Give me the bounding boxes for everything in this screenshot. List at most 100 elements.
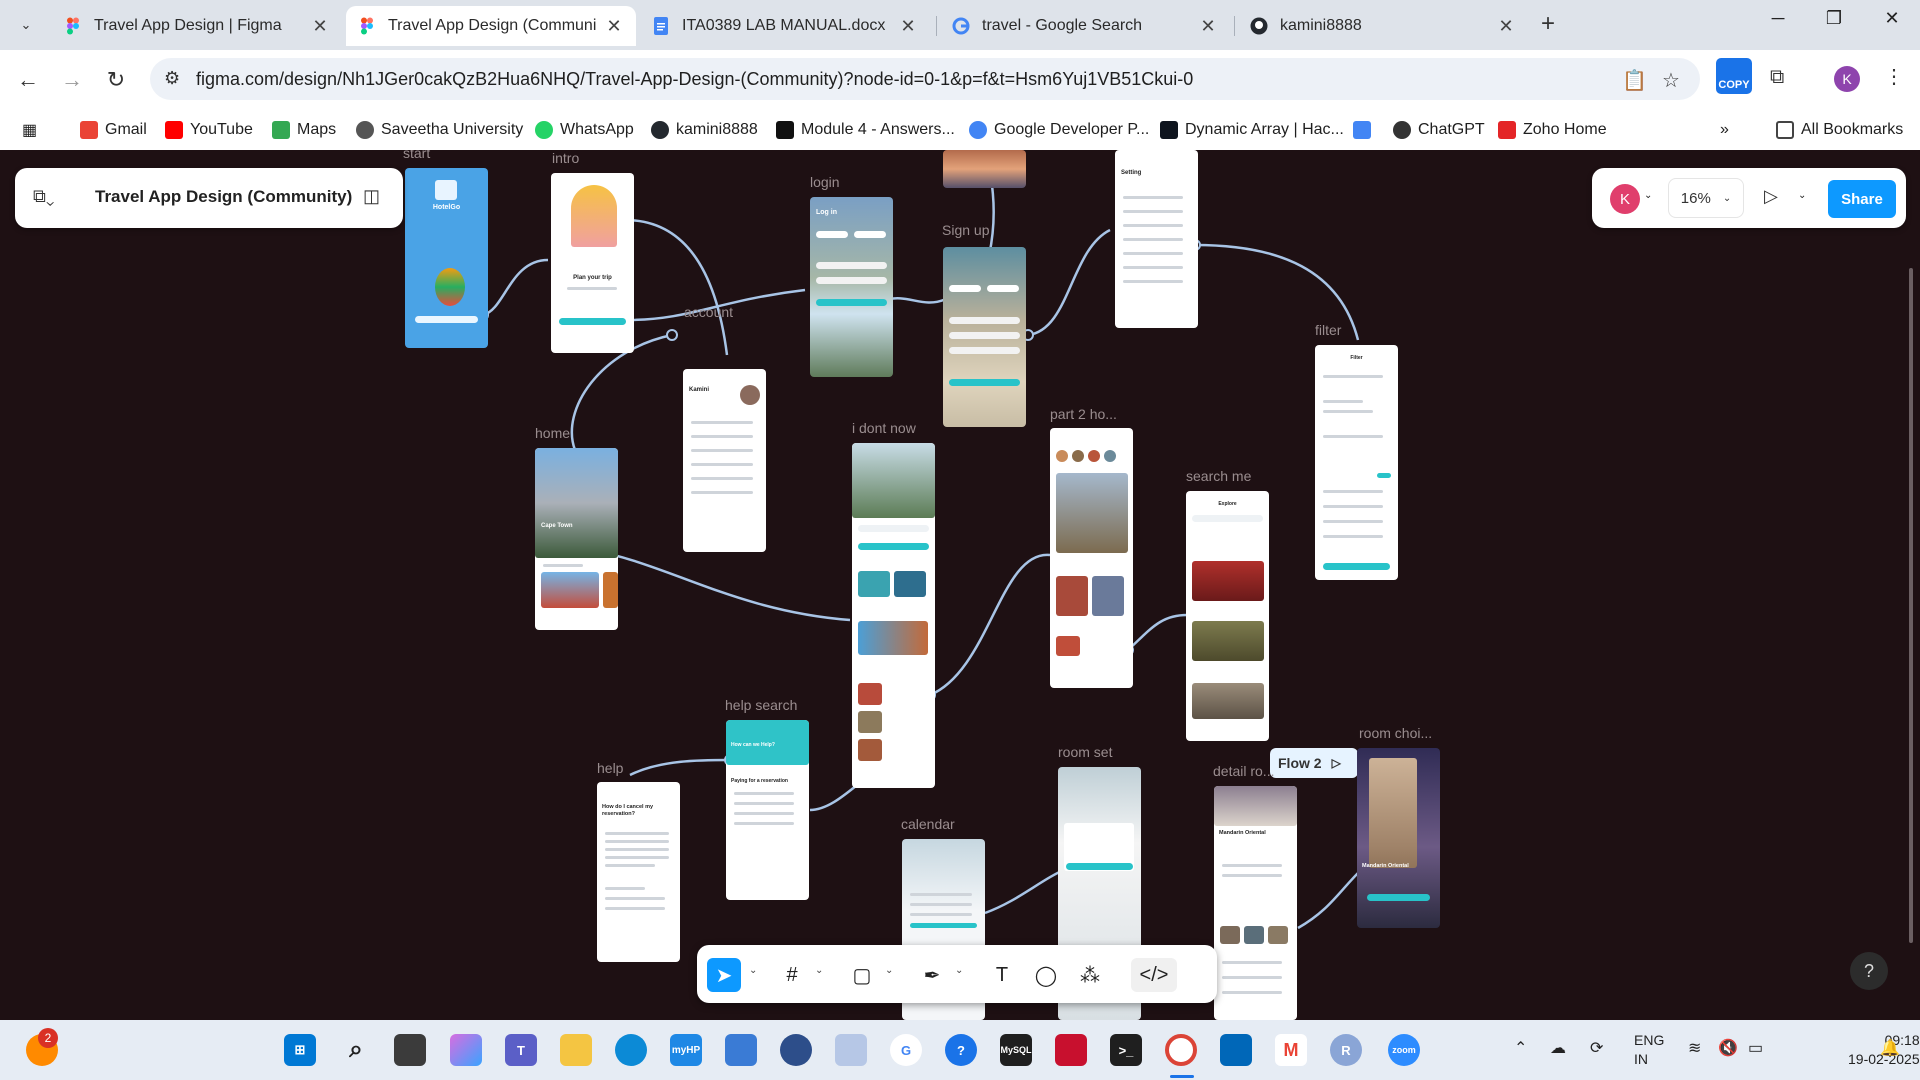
chrome-icon[interactable]: G: [890, 1034, 922, 1066]
onedrive-icon[interactable]: ☁: [1550, 1038, 1566, 1058]
text-tool-icon[interactable]: T: [985, 958, 1019, 992]
r-studio-icon[interactable]: R: [1330, 1034, 1362, 1066]
chrome-menu-icon[interactable]: ⋮: [1884, 64, 1904, 89]
clipboard-icon[interactable]: 📋: [1622, 68, 1647, 93]
bookmark-youtube[interactable]: YouTube: [165, 117, 253, 143]
chevron-down-icon[interactable]: ⌄: [955, 965, 963, 976]
file-explorer-icon[interactable]: [560, 1034, 592, 1066]
frame-label-room-choice[interactable]: room choi...: [1359, 725, 1432, 741]
apps-grid-icon[interactable]: ▦: [22, 117, 37, 143]
myhp-icon[interactable]: myHP: [670, 1034, 702, 1066]
frame-help-search[interactable]: How can we Help? Paying for a reservatio…: [726, 720, 809, 900]
input-language[interactable]: ENG IN: [1634, 1031, 1664, 1069]
sync-icon[interactable]: ⟳: [1590, 1038, 1603, 1058]
frame-label-signup[interactable]: Sign up: [942, 222, 989, 238]
present-play-icon[interactable]: ▷: [1764, 186, 1778, 207]
help-icon[interactable]: ?: [1850, 952, 1888, 990]
chevron-down-icon[interactable]: ⌄: [1644, 190, 1652, 201]
flow-starting-point[interactable]: Flow 2 ▷: [1270, 748, 1358, 778]
frame-label-home[interactable]: home: [535, 425, 570, 441]
rectangle-tool-icon[interactable]: ▢: [845, 958, 879, 992]
frame-signup[interactable]: [943, 247, 1026, 427]
copy-extension-icon[interactable]: COPY: [1716, 58, 1752, 94]
all-bookmarks[interactable]: All Bookmarks: [1776, 117, 1903, 143]
frame-label-intro[interactable]: intro: [552, 150, 579, 166]
frame-setting[interactable]: Setting: [1115, 150, 1198, 328]
comment-tool-icon[interactable]: ◯: [1029, 958, 1063, 992]
move-tool-icon[interactable]: ➤: [707, 958, 741, 992]
frame-part-2-home[interactable]: [1050, 428, 1133, 688]
close-tab-icon[interactable]: ✕: [310, 16, 330, 37]
frame-label-help[interactable]: help: [597, 760, 623, 776]
figma-menu-icon[interactable]: ⧉⌄: [33, 186, 54, 207]
frame-label-start[interactable]: start: [403, 150, 430, 161]
gmail-icon[interactable]: M: [1275, 1034, 1307, 1066]
wifi-icon[interactable]: ≋: [1688, 1038, 1701, 1058]
toggle-sidebar-icon[interactable]: ◫: [363, 186, 380, 207]
help-app-icon[interactable]: ?: [945, 1034, 977, 1066]
app-icon[interactable]: [835, 1034, 867, 1066]
close-tab-icon[interactable]: ✕: [604, 16, 624, 37]
bookmark-gmail[interactable]: Gmail: [80, 117, 147, 143]
bookmark-google-developer[interactable]: Google Developer P...: [969, 117, 1149, 143]
bookmark-docs[interactable]: [1353, 117, 1378, 143]
vertical-scrollbar[interactable]: [1909, 268, 1913, 943]
frame-label-room-set[interactable]: room set: [1058, 744, 1112, 760]
forward-icon[interactable]: →: [56, 64, 88, 96]
frame-room-choice[interactable]: Mandarin Oriental: [1357, 748, 1440, 928]
notepad-icon[interactable]: [725, 1034, 757, 1066]
frame-label-detail-room[interactable]: detail ro...: [1213, 763, 1274, 779]
app-icon[interactable]: [780, 1034, 812, 1066]
task-view-icon[interactable]: [394, 1034, 426, 1066]
extensions-puzzle-icon[interactable]: ⧉: [1770, 66, 1784, 89]
profile-avatar[interactable]: K: [1834, 66, 1860, 92]
share-button[interactable]: Share: [1828, 180, 1896, 218]
mysql-icon[interactable]: MySQL: [1000, 1034, 1032, 1066]
tab-docs[interactable]: ITA0389 LAB MANUAL.docx - G ✕: [640, 6, 930, 46]
pen-tool-icon[interactable]: ✒: [915, 958, 949, 992]
frame-label-filter[interactable]: filter: [1315, 322, 1341, 338]
site-settings-icon[interactable]: ⚙: [164, 68, 180, 89]
frame-sunset[interactable]: [943, 150, 1026, 188]
dev-mode-icon[interactable]: </>: [1131, 958, 1177, 992]
battery-icon[interactable]: ▭: [1748, 1038, 1763, 1058]
terminal-icon[interactable]: >_: [1110, 1034, 1142, 1066]
close-tab-icon[interactable]: ✕: [1198, 16, 1218, 37]
bookmark-module4[interactable]: Module 4 - Answers...: [776, 117, 955, 143]
notifications-bell-icon[interactable]: 🔔: [1880, 1038, 1900, 1058]
tab-figma-1[interactable]: Travel App Design | Figma ✕: [52, 6, 342, 46]
bookmark-saveetha[interactable]: Saveetha University: [356, 117, 523, 143]
user-avatar[interactable]: K: [1610, 184, 1640, 214]
figma-canvas[interactable]: start HotelGo intro Plan your trip login…: [0, 150, 1920, 1020]
flow-play-icon[interactable]: ▷: [1332, 756, 1341, 770]
volume-muted-icon[interactable]: 🔇: [1718, 1038, 1738, 1058]
edge-icon[interactable]: [615, 1034, 647, 1066]
frame-filter[interactable]: Filter: [1315, 345, 1398, 580]
mcafee-icon[interactable]: [1055, 1034, 1087, 1066]
close-tab-icon[interactable]: ✕: [1496, 16, 1516, 37]
zoom-app-icon[interactable]: zoom: [1388, 1034, 1420, 1066]
frame-search-me[interactable]: Explore: [1186, 491, 1269, 741]
bookmark-star-icon[interactable]: ☆: [1662, 68, 1680, 93]
windows-start-icon[interactable]: ⊞: [284, 1034, 316, 1066]
search-icon[interactable]: ⌕: [340, 1034, 372, 1066]
frame-intro[interactable]: Plan your trip: [551, 173, 634, 353]
microsoft-store-icon[interactable]: [1220, 1034, 1252, 1066]
close-tab-icon[interactable]: ✕: [898, 16, 918, 37]
more-bookmarks-icon[interactable]: »: [1720, 117, 1729, 143]
frame-label-login[interactable]: login: [810, 174, 840, 190]
back-icon[interactable]: ←: [12, 64, 44, 96]
frame-detail-room[interactable]: Mandarin Oriental: [1214, 786, 1297, 1020]
address-bar[interactable]: ⚙ figma.com/design/Nh1JGer0cakQzB2Hua6NH…: [150, 58, 1700, 100]
chevron-down-icon[interactable]: ⌄: [885, 965, 893, 976]
frame-label-search-me[interactable]: search me: [1186, 468, 1251, 484]
copilot-icon[interactable]: [450, 1034, 482, 1066]
frame-start[interactable]: HotelGo: [405, 168, 488, 348]
tab-figma-active[interactable]: Travel App Design (Community) ✕: [346, 6, 636, 46]
minimize-icon[interactable]: ─: [1758, 8, 1798, 29]
teams-icon[interactable]: T: [505, 1034, 537, 1066]
resources-tool-icon[interactable]: ⁂: [1073, 958, 1107, 992]
chevron-down-icon[interactable]: ⌄: [1798, 190, 1806, 201]
zoom-dropdown[interactable]: 16% ⌄: [1668, 178, 1744, 218]
close-window-icon[interactable]: ✕: [1872, 8, 1912, 29]
